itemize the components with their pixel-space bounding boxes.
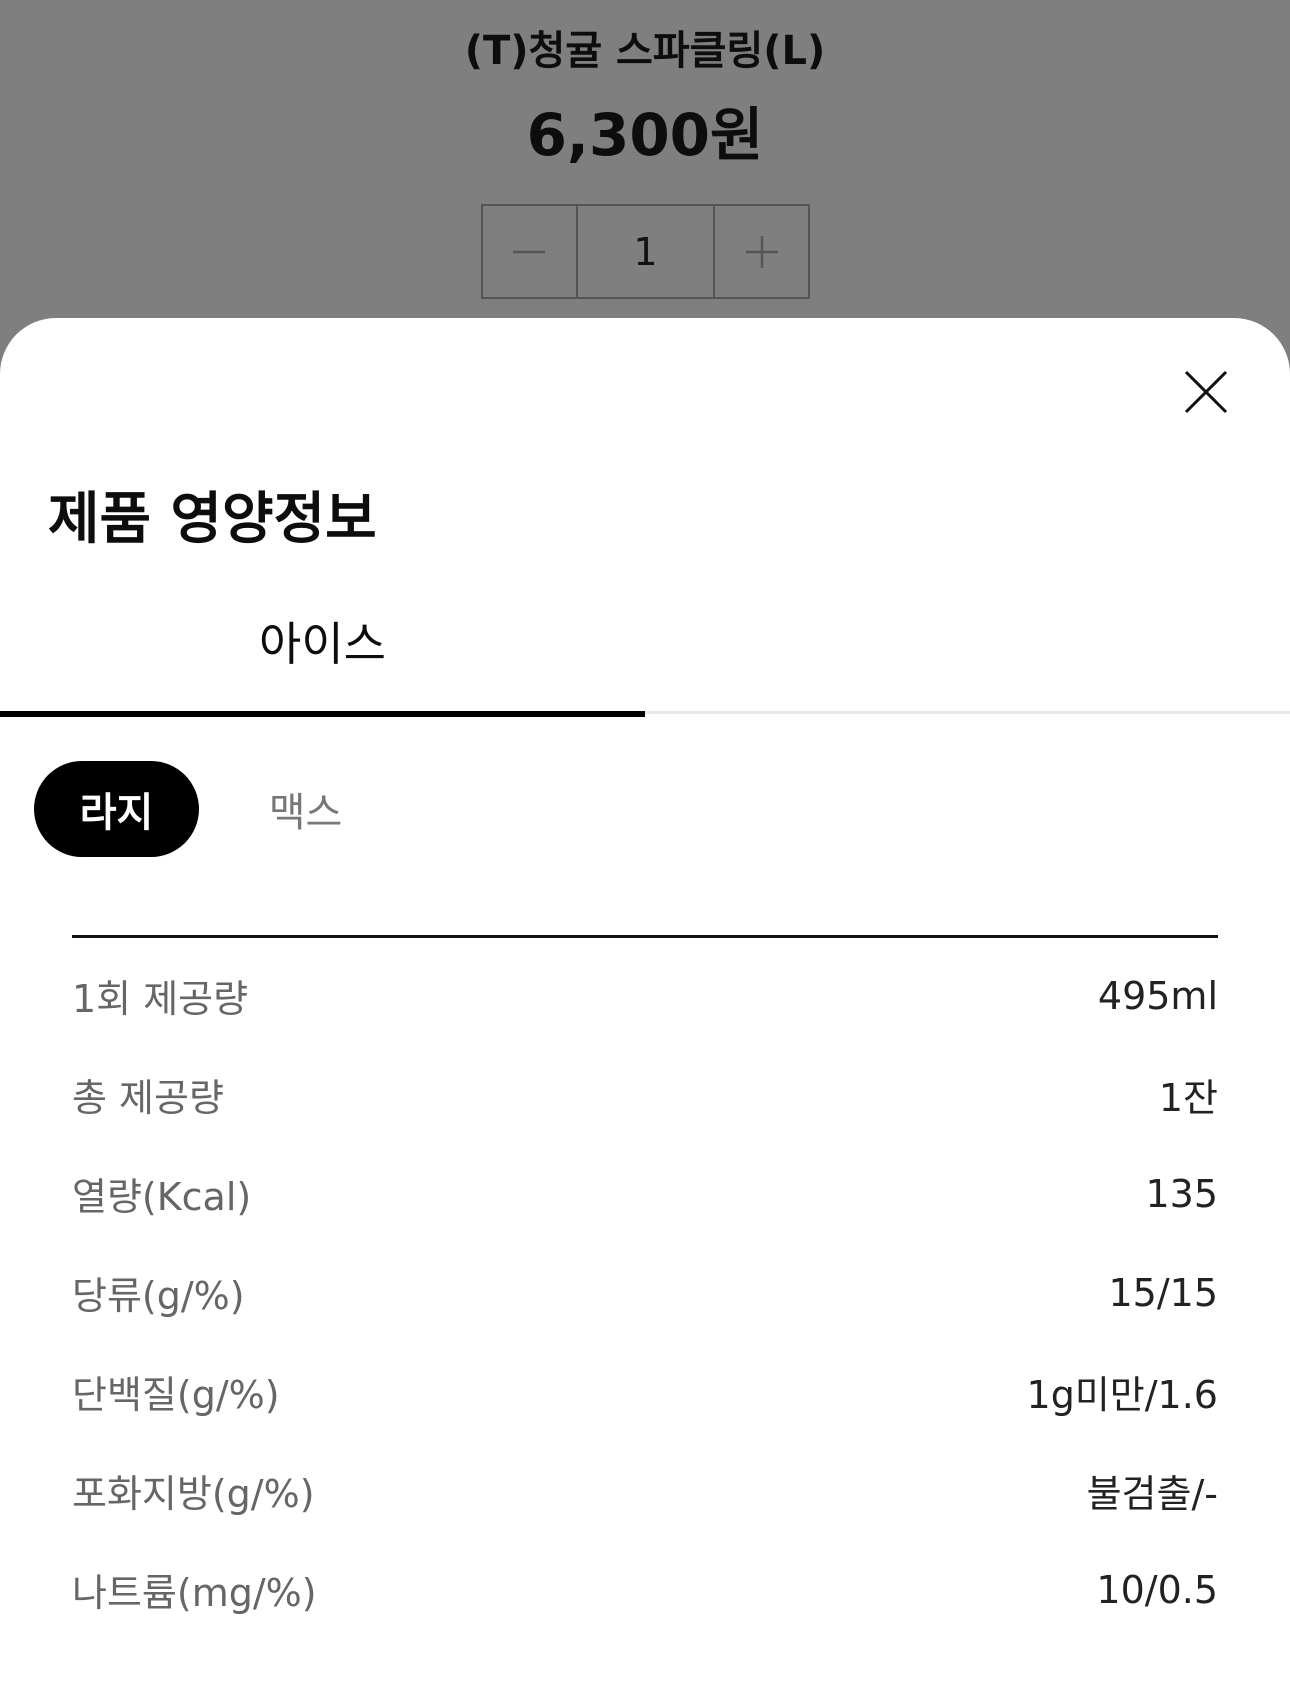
tab-empty (645, 608, 1290, 714)
nutrition-row: 당류(g/%) 15/15 (72, 1243, 1218, 1342)
product-header: (T)청귤 스파클링(L) 6,300원 1 (0, 0, 1290, 330)
nutrition-row: 총 제공량 1잔 (72, 1045, 1218, 1144)
increase-button[interactable] (715, 206, 808, 297)
nutrition-value: 1g미만/1.6 (1026, 1373, 1218, 1417)
nutrition-row: 열량(Kcal) 135 (72, 1144, 1218, 1243)
nutrition-label: 총 제공량 (72, 1076, 224, 1120)
product-price: 6,300원 (526, 101, 764, 169)
nutrition-divider (72, 935, 1218, 938)
nutrition-value: 15/15 (1108, 1270, 1218, 1315)
size-chip-max[interactable]: 맥스 (223, 761, 388, 857)
nutrition-label: 1회 제공량 (72, 977, 249, 1021)
minus-icon (513, 250, 546, 253)
quantity-value[interactable]: 1 (575, 206, 716, 297)
product-name: (T)청귤 스파클링(L) (464, 28, 826, 74)
nutrition-row: 포화지방(g/%) 불검출/- (72, 1441, 1218, 1540)
nutrition-label: 당류(g/%) (72, 1274, 245, 1318)
nutrition-value: 135 (1145, 1171, 1218, 1216)
sheet-title: 제품 영양정보 (48, 487, 377, 552)
nutrition-row: 단백질(g/%) 1g미만/1.6 (72, 1342, 1218, 1441)
nutrition-value: 495ml (1097, 973, 1218, 1018)
temperature-tabs: 아이스 (0, 608, 1290, 717)
nutrition-row: 1회 제공량 495ml (72, 946, 1218, 1045)
decrease-button[interactable] (483, 206, 576, 297)
size-chip-large[interactable]: 라지 (34, 761, 199, 857)
close-icon[interactable] (1178, 364, 1234, 420)
plus-icon (745, 235, 778, 268)
size-selector: 라지 맥스 (34, 760, 412, 858)
nutrition-label: 열량(Kcal) (72, 1175, 252, 1219)
quantity-stepper: 1 (481, 204, 810, 299)
tab-ice[interactable]: 아이스 (0, 608, 645, 717)
nutrition-label: 단백질(g/%) (72, 1373, 280, 1417)
nutrition-label: 포화지방(g/%) (72, 1472, 315, 1516)
nutrition-sheet: 제품 영양정보 아이스 라지 맥스 1회 제공량 495ml 총 제공량 1잔 … (0, 318, 1290, 1689)
nutrition-row: 나트륨(mg/%) 10/0.5 (72, 1540, 1218, 1639)
nutrition-list: 1회 제공량 495ml 총 제공량 1잔 열량(Kcal) 135 당류(g/… (72, 946, 1218, 1639)
nutrition-value: 10/0.5 (1096, 1567, 1218, 1612)
nutrition-label: 나트륨(mg/%) (72, 1571, 317, 1615)
nutrition-value: 불검출/- (1086, 1472, 1218, 1516)
nutrition-value: 1잔 (1158, 1076, 1218, 1120)
